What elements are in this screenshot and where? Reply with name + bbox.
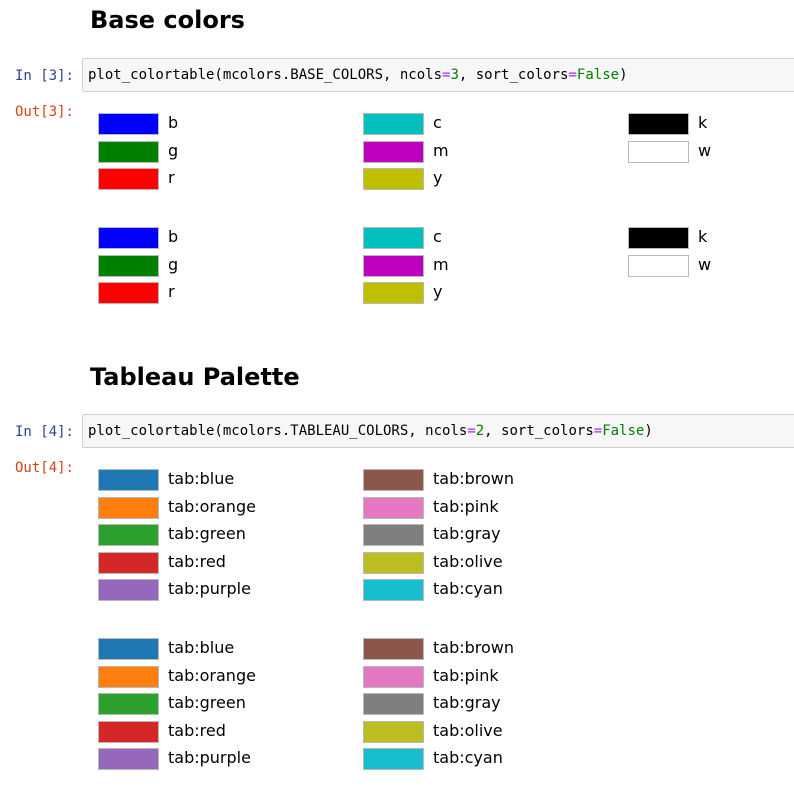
color-swatch	[98, 469, 159, 491]
color-swatch	[98, 497, 159, 519]
color-name-label: k	[698, 227, 708, 246]
code-input-cell[interactable]: plot_colortable(mcolors.BASE_COLORS, nco…	[82, 58, 794, 92]
color-swatch	[363, 113, 424, 135]
color-name-label: tab:purple	[168, 748, 251, 767]
output-prompt: Out[4]:	[14, 460, 74, 476]
code-text: plot_colortable(mcolors.TABLEAU_COLORS, …	[88, 423, 468, 439]
color-name-label: tab:olive	[433, 552, 503, 571]
color-swatch	[98, 693, 159, 715]
section-heading-tableau-palette: Tableau Palette	[90, 363, 300, 391]
color-name-label: y	[433, 168, 443, 187]
code-operator: =	[593, 423, 603, 439]
color-name-label: tab:orange	[168, 666, 256, 685]
color-swatch	[363, 579, 424, 601]
color-name-label: y	[433, 282, 443, 301]
color-name-label: c	[433, 113, 442, 132]
input-prompt: In [4]:	[14, 424, 74, 440]
color-swatch	[363, 227, 424, 249]
code-number: 2	[475, 423, 485, 439]
color-name-label: tab:cyan	[433, 748, 503, 767]
color-swatch	[363, 141, 424, 163]
color-name-label: r	[168, 168, 175, 187]
color-name-label: w	[698, 255, 712, 274]
color-name-label: c	[433, 227, 442, 246]
color-swatch	[98, 141, 159, 163]
output-prompt: Out[3]:	[14, 104, 74, 120]
code-operator: =	[467, 423, 476, 439]
code-text: )	[619, 67, 628, 83]
code-text: )	[644, 423, 653, 439]
color-name-label: tab:purple	[168, 579, 251, 598]
color-name-label: tab:gray	[433, 524, 501, 543]
code-keyword: False	[576, 67, 620, 83]
color-name-label: g	[168, 255, 179, 274]
color-swatch	[363, 255, 424, 277]
color-swatch	[363, 748, 424, 770]
color-swatch	[363, 693, 424, 715]
color-swatch	[98, 282, 159, 304]
color-name-label: tab:red	[168, 552, 226, 571]
color-swatch	[363, 524, 424, 546]
color-name-label: b	[168, 227, 179, 246]
code-number: 3	[450, 67, 459, 83]
code-text: , sort_colors	[458, 67, 569, 83]
color-name-label: tab:blue	[168, 469, 235, 488]
color-swatch	[98, 638, 159, 660]
color-name-label: r	[168, 282, 175, 301]
color-name-label: tab:red	[168, 721, 226, 740]
color-swatch	[98, 721, 159, 743]
color-swatch	[363, 282, 424, 304]
color-name-label: tab:orange	[168, 497, 256, 516]
color-swatch	[628, 227, 689, 249]
color-swatch	[98, 524, 159, 546]
color-swatch	[363, 497, 424, 519]
color-name-label: w	[698, 141, 712, 160]
color-swatch	[98, 227, 159, 249]
color-swatch	[98, 666, 159, 688]
color-swatch	[628, 113, 689, 135]
color-swatch	[363, 552, 424, 574]
code-keyword: False	[602, 423, 645, 439]
color-swatch	[98, 552, 159, 574]
color-name-label: k	[698, 113, 708, 132]
color-name-label: tab:green	[168, 524, 246, 543]
code-operator: =	[568, 67, 577, 83]
code-text: plot_colortable(mcolors.BASE_COLORS, nco…	[88, 67, 443, 83]
color-name-label: tab:pink	[433, 497, 499, 516]
color-swatch	[98, 113, 159, 135]
color-swatch	[363, 638, 424, 660]
color-name-label: m	[433, 141, 449, 160]
code-text: , sort_colors	[484, 423, 594, 439]
color-name-label: g	[168, 141, 179, 160]
input-prompt: In [3]:	[14, 68, 74, 84]
color-swatch	[98, 168, 159, 190]
color-name-label: tab:green	[168, 693, 246, 712]
color-name-label: tab:pink	[433, 666, 499, 685]
color-swatch	[363, 721, 424, 743]
color-swatch	[98, 255, 159, 277]
color-name-label: tab:olive	[433, 721, 503, 740]
color-name-label: tab:cyan	[433, 579, 503, 598]
section-heading-base-colors: Base colors	[90, 6, 245, 34]
color-name-label: m	[433, 255, 449, 274]
color-name-label: b	[168, 113, 179, 132]
color-swatch	[363, 666, 424, 688]
color-name-label: tab:brown	[433, 638, 515, 657]
color-swatch	[363, 469, 424, 491]
color-swatch	[98, 748, 159, 770]
color-swatch	[628, 255, 689, 277]
color-swatch	[98, 579, 159, 601]
color-name-label: tab:brown	[433, 469, 515, 488]
color-swatch	[628, 141, 689, 163]
code-input-cell[interactable]: plot_colortable(mcolors.TABLEAU_COLORS, …	[82, 414, 794, 448]
color-name-label: tab:gray	[433, 693, 501, 712]
color-swatch	[363, 168, 424, 190]
color-name-label: tab:blue	[168, 638, 235, 657]
